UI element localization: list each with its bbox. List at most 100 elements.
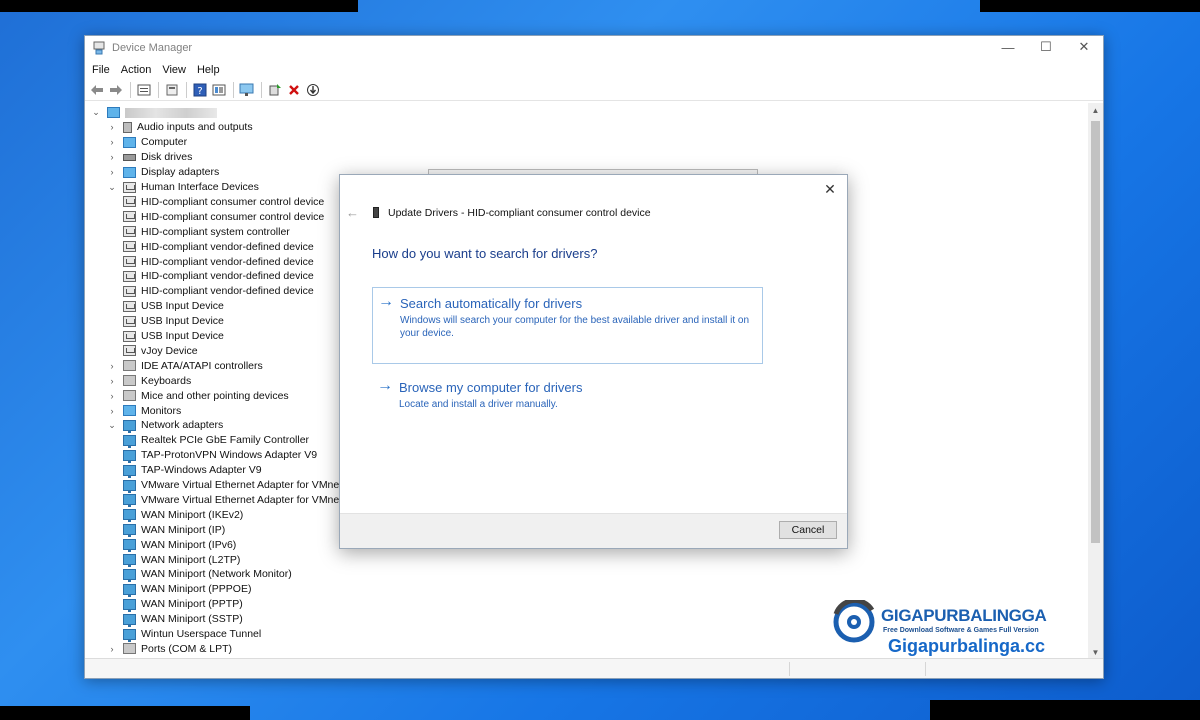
tree-category[interactable]: › Ports (COM & LPT) xyxy=(107,641,233,656)
chevron-right-icon[interactable]: › xyxy=(107,152,117,162)
tree-device[interactable]: VMware Virtual Ethernet Adapter for VMne… xyxy=(123,478,342,493)
tree-category[interactable]: ⌄ Network adapters xyxy=(107,418,223,433)
vertical-scrollbar[interactable]: ▲ ▼ xyxy=(1088,103,1103,659)
cancel-button[interactable]: Cancel xyxy=(779,521,837,539)
tree-category[interactable]: › Mice and other pointing devices xyxy=(107,388,289,403)
net-device-icon xyxy=(123,434,136,448)
hid-device-icon xyxy=(123,345,136,357)
tree-device[interactable]: HID-compliant consumer control device xyxy=(123,194,324,209)
tree-device[interactable]: WAN Miniport (SSTP) xyxy=(123,612,243,627)
tree-item-label: USB Input Device xyxy=(141,300,224,313)
tree-device[interactable]: WAN Miniport (IP) xyxy=(123,522,226,538)
tree-device[interactable]: WAN Miniport (PPTP) xyxy=(123,597,243,612)
menu-view[interactable]: View xyxy=(162,64,186,76)
chevron-right-icon[interactable]: › xyxy=(107,122,117,132)
frame-edge-bottom-right xyxy=(930,700,1200,720)
tree-category[interactable]: ⌄ Human Interface Devices xyxy=(107,180,259,195)
tree-item-label: Audio inputs and outputs xyxy=(137,121,253,134)
chevron-right-icon[interactable]: › xyxy=(107,391,117,401)
right-arrow-icon: → xyxy=(377,377,393,394)
download-icon[interactable] xyxy=(304,81,322,99)
chevron-right-icon[interactable]: › xyxy=(107,644,117,654)
tree-device[interactable]: HID-compliant consumer control device xyxy=(123,209,324,224)
gray-device-icon xyxy=(123,360,136,372)
dialog-title: Update Drivers - HID-compliant consumer … xyxy=(388,207,651,219)
tree-root[interactable]: ⌄ xyxy=(91,105,217,120)
tree-device[interactable]: HID-compliant vendor-defined device xyxy=(123,269,314,284)
net-device-icon xyxy=(123,509,136,523)
tree-device[interactable]: Realtek PCIe GbE Family Controller xyxy=(123,433,309,448)
browse-computer-option[interactable]: → Browse my computer for drivers Locate … xyxy=(372,372,763,418)
tree-item-label: Keyboards xyxy=(141,374,192,387)
menu-help[interactable]: Help xyxy=(197,64,220,76)
add-driver-icon[interactable] xyxy=(266,81,284,99)
chevron-right-icon[interactable]: › xyxy=(107,361,117,371)
dialog-close-button[interactable]: ✕ xyxy=(821,180,839,198)
tree-item-label: WAN Miniport (PPTP) xyxy=(141,598,243,611)
close-button[interactable]: ✕ xyxy=(1065,36,1103,58)
tree-device[interactable]: WAN Miniport (L2TP) xyxy=(123,552,240,567)
hid-device-icon xyxy=(123,256,136,267)
net-device-icon xyxy=(123,554,136,567)
properties-icon[interactable] xyxy=(135,81,153,99)
tree-category[interactable]: › Disk drives xyxy=(107,150,193,165)
help-icon[interactable]: ? xyxy=(191,81,209,99)
tree-category[interactable]: › Display adapters xyxy=(107,165,220,180)
tree-device[interactable]: HID-compliant vendor-defined device xyxy=(123,239,314,254)
tree-item-label: WAN Miniport (IP) xyxy=(141,523,226,536)
chevron-right-icon[interactable]: › xyxy=(107,167,117,177)
tree-category[interactable]: › IDE ATA/ATAPI controllers xyxy=(107,358,263,373)
hid-device-icon xyxy=(123,270,136,282)
tree-device[interactable]: WAN Miniport (IKEv2) xyxy=(123,507,243,523)
chevron-right-icon[interactable]: › xyxy=(107,376,117,386)
search-automatically-option[interactable]: → Search automatically for drivers Windo… xyxy=(372,287,763,364)
update-driver-icon[interactable] xyxy=(163,81,181,99)
tree-device[interactable]: USB Input Device xyxy=(123,299,224,314)
back-arrow-icon[interactable] xyxy=(88,81,106,99)
net-device-icon xyxy=(123,568,136,582)
maximize-button[interactable]: ☐ xyxy=(1027,36,1065,58)
tree-category[interactable]: › Audio inputs and outputs xyxy=(107,120,253,135)
menu-file[interactable]: File xyxy=(92,64,110,76)
tree-device[interactable]: HID-compliant vendor-defined device xyxy=(123,254,314,269)
minimize-button[interactable]: — xyxy=(989,36,1027,58)
menu-action[interactable]: Action xyxy=(121,64,152,76)
tree-device[interactable]: vJoy Device xyxy=(123,343,198,358)
tree-device[interactable]: Wintun Userspace Tunnel xyxy=(123,627,261,642)
chevron-right-icon[interactable]: › xyxy=(107,406,117,416)
tree-item-label: USB Input Device xyxy=(141,330,224,342)
chevron-down-icon[interactable]: ⌄ xyxy=(107,420,117,430)
gray-device-icon xyxy=(123,643,136,655)
window-title: Device Manager xyxy=(112,42,193,54)
chevron-right-icon[interactable]: › xyxy=(107,137,117,147)
chevron-down-icon[interactable]: ⌄ xyxy=(91,107,101,118)
scroll-up-arrow-icon[interactable]: ▲ xyxy=(1088,103,1103,117)
uninstall-icon[interactable] xyxy=(285,81,303,99)
tree-device[interactable]: USB Input Device xyxy=(123,314,224,329)
tree-device[interactable]: TAP-ProtonVPN Windows Adapter V9 xyxy=(123,448,317,463)
tree-device[interactable]: VMware Virtual Ethernet Adapter for VMne… xyxy=(123,492,342,508)
tree-device[interactable]: USB Input Device xyxy=(123,329,224,344)
scan-hardware-icon[interactable] xyxy=(238,81,256,99)
tree-device[interactable]: HID-compliant vendor-defined device xyxy=(123,284,314,299)
gray-device-icon xyxy=(123,390,136,402)
tree-device[interactable]: HID-compliant system controller xyxy=(123,224,290,239)
back-arrow-icon[interactable]: ← xyxy=(346,205,360,220)
tree-item-label: TAP-Windows Adapter V9 xyxy=(141,464,262,477)
tree-category[interactable]: › Keyboards xyxy=(107,373,192,388)
tree-item-label: HID-compliant vendor-defined device xyxy=(141,240,314,253)
forward-arrow-icon[interactable] xyxy=(107,81,125,99)
scroll-down-arrow-icon[interactable]: ▼ xyxy=(1088,645,1103,659)
scroll-thumb[interactable] xyxy=(1091,121,1100,543)
watermark: GIGAPURBALINGGA Free Download Software &… xyxy=(830,598,1080,664)
tree-category[interactable]: › Monitors xyxy=(107,403,182,418)
tree-item-label: HID-compliant consumer control device xyxy=(141,195,325,208)
toolbar-separator xyxy=(186,81,187,98)
tree-device[interactable]: WAN Miniport (IPv6) xyxy=(123,537,236,553)
tree-device[interactable]: WAN Miniport (Network Monitor) xyxy=(123,567,292,582)
tree-device[interactable]: WAN Miniport (PPPOE) xyxy=(123,582,251,597)
tree-device[interactable]: TAP-Windows Adapter V9 xyxy=(123,463,262,478)
chevron-down-icon[interactable]: ⌄ xyxy=(107,182,117,192)
view-icon[interactable] xyxy=(210,81,228,99)
tree-category[interactable]: › Computer xyxy=(107,135,188,150)
